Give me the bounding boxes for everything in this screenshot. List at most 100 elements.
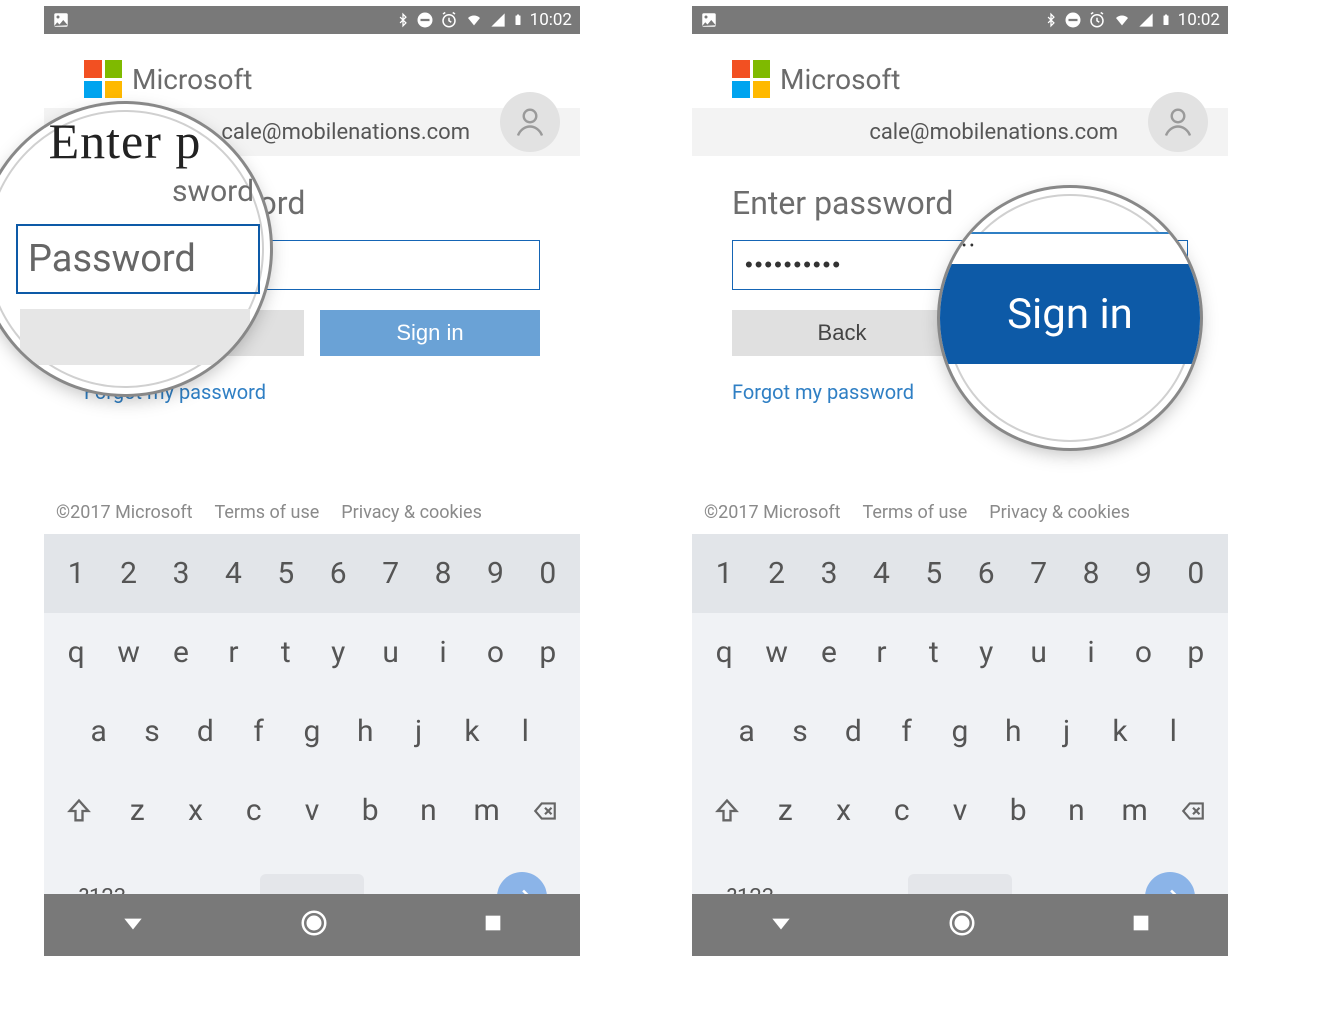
footer-terms-link[interactable]: Terms of use [214, 502, 319, 523]
key-o[interactable]: o [469, 623, 521, 682]
key-3[interactable]: 3 [803, 544, 855, 603]
footer-privacy-link[interactable]: Privacy & cookies [989, 502, 1130, 523]
key-d[interactable]: d [179, 702, 232, 761]
nav-back-icon[interactable] [120, 910, 146, 940]
key-3[interactable]: 3 [155, 544, 207, 603]
key-w[interactable]: w [750, 623, 802, 682]
key-k[interactable]: k [445, 702, 498, 761]
key-u[interactable]: u [1012, 623, 1064, 682]
key-z[interactable]: z [756, 781, 814, 840]
key-e[interactable]: e [155, 623, 207, 682]
forgot-password-link[interactable]: Forgot my password [732, 380, 914, 404]
key-q[interactable]: q [698, 623, 750, 682]
key-x[interactable]: x [166, 781, 224, 840]
key-4[interactable]: 4 [855, 544, 907, 603]
backspace-key[interactable] [1164, 786, 1222, 836]
backspace-key[interactable] [516, 786, 574, 836]
key-z[interactable]: z [108, 781, 166, 840]
back-button[interactable]: Back [732, 310, 952, 356]
key-n[interactable]: n [1047, 781, 1105, 840]
key-1[interactable]: 1 [698, 544, 750, 603]
alarm-icon [440, 11, 458, 29]
key-8[interactable]: 8 [1065, 544, 1117, 603]
key-5[interactable]: 5 [260, 544, 312, 603]
key-q[interactable]: q [50, 623, 102, 682]
key-k[interactable]: k [1093, 702, 1146, 761]
nav-home-icon[interactable] [299, 908, 329, 942]
key-i[interactable]: i [1065, 623, 1117, 682]
key-m[interactable]: m [1106, 781, 1164, 840]
magnifier-input-fragment [940, 232, 1200, 264]
shift-key[interactable] [698, 785, 756, 837]
nav-recent-icon[interactable] [1130, 912, 1152, 938]
key-2[interactable]: 2 [750, 544, 802, 603]
key-u[interactable]: u [364, 623, 416, 682]
nav-back-icon[interactable] [768, 910, 794, 940]
key-2[interactable]: 2 [102, 544, 154, 603]
key-p[interactable]: p [522, 623, 574, 682]
key-y[interactable]: y [960, 623, 1012, 682]
key-4[interactable]: 4 [207, 544, 259, 603]
bluetooth-icon [396, 11, 410, 29]
keyboard: 1 2 3 4 5 6 7 8 9 0 q w e r t y u i o p … [692, 534, 1228, 894]
key-7[interactable]: 7 [364, 544, 416, 603]
footer-terms-link[interactable]: Terms of use [862, 502, 967, 523]
phone-right: 10:02 Microsoft cale@mobilenations.com E… [692, 6, 1228, 956]
magnifier-heading-fragment: Enter p [0, 112, 270, 170]
key-x[interactable]: x [814, 781, 872, 840]
brand-name: Microsoft [132, 63, 252, 96]
key-r[interactable]: r [855, 623, 907, 682]
key-w[interactable]: w [102, 623, 154, 682]
key-b[interactable]: b [341, 781, 399, 840]
key-9[interactable]: 9 [1117, 544, 1169, 603]
key-y[interactable]: y [312, 623, 364, 682]
key-r[interactable]: r [207, 623, 259, 682]
footer-privacy-link[interactable]: Privacy & cookies [341, 502, 482, 523]
key-0[interactable]: 0 [522, 544, 574, 603]
key-m[interactable]: m [458, 781, 516, 840]
key-i[interactable]: i [417, 623, 469, 682]
key-s[interactable]: s [773, 702, 826, 761]
key-f[interactable]: f [232, 702, 285, 761]
key-p[interactable]: p [1170, 623, 1222, 682]
key-h[interactable]: h [339, 702, 392, 761]
key-9[interactable]: 9 [469, 544, 521, 603]
bluetooth-icon [1044, 11, 1058, 29]
key-g[interactable]: g [933, 702, 986, 761]
key-a[interactable]: a [72, 702, 125, 761]
key-t[interactable]: t [260, 623, 312, 682]
key-b[interactable]: b [989, 781, 1047, 840]
key-6[interactable]: 6 [960, 544, 1012, 603]
key-a[interactable]: a [720, 702, 773, 761]
signin-button[interactable]: Sign in [320, 310, 540, 356]
key-v[interactable]: v [931, 781, 989, 840]
key-s[interactable]: s [125, 702, 178, 761]
key-1[interactable]: 1 [50, 544, 102, 603]
key-v[interactable]: v [283, 781, 341, 840]
battery-icon [512, 11, 524, 29]
key-c[interactable]: c [873, 781, 931, 840]
key-n[interactable]: n [399, 781, 457, 840]
key-t[interactable]: t [908, 623, 960, 682]
shift-key[interactable] [50, 785, 108, 837]
nav-recent-icon[interactable] [482, 912, 504, 938]
key-l[interactable]: l [499, 702, 552, 761]
key-j[interactable]: j [1040, 702, 1093, 761]
key-7[interactable]: 7 [1012, 544, 1064, 603]
key-8[interactable]: 8 [417, 544, 469, 603]
key-e[interactable]: e [803, 623, 855, 682]
key-l[interactable]: l [1147, 702, 1200, 761]
key-h[interactable]: h [987, 702, 1040, 761]
key-o[interactable]: o [1117, 623, 1169, 682]
key-6[interactable]: 6 [312, 544, 364, 603]
key-g[interactable]: g [285, 702, 338, 761]
key-0[interactable]: 0 [1170, 544, 1222, 603]
key-c[interactable]: c [225, 781, 283, 840]
key-j[interactable]: j [392, 702, 445, 761]
nav-home-icon[interactable] [947, 908, 977, 942]
key-5[interactable]: 5 [908, 544, 960, 603]
key-d[interactable]: d [827, 702, 880, 761]
key-f[interactable]: f [880, 702, 933, 761]
avatar-icon [1148, 92, 1208, 152]
brand-name: Microsoft [780, 63, 900, 96]
